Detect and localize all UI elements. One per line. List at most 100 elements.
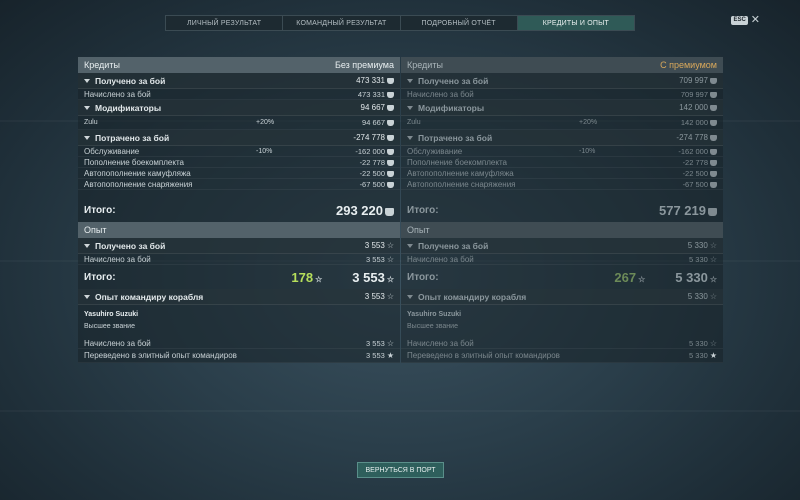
xp-header: Опыт	[401, 222, 723, 238]
credits-icon	[387, 181, 394, 188]
free-xp-value: 267	[614, 269, 637, 285]
credits-total-row: Итого: 577 219	[401, 198, 723, 222]
close-button[interactable]: ESC ✕	[731, 14, 760, 26]
credits-icon	[387, 170, 394, 177]
panel-without-premium: Кредиты Без премиума Получено за бой 473…	[78, 57, 400, 363]
equipment-row: Автопополнение снаряжения -67 500	[78, 179, 400, 190]
commander-xp-group[interactable]: Опыт командиру корабля 5 330 ☆	[401, 289, 723, 305]
commander-xp-group[interactable]: Опыт командиру корабля 3 553 ☆	[78, 289, 400, 305]
commander-info: Yasuhiro Suzuki Высшее звание	[401, 305, 723, 338]
expand-triangle-icon	[407, 105, 413, 110]
expand-triangle-icon	[84, 105, 90, 110]
ammo-row: Пополнение боекомплекта -22 778	[78, 157, 400, 168]
credits-icon	[710, 120, 717, 126]
xp-total-row: Итого: 178 ☆ 3 553 ☆	[84, 269, 394, 285]
xp-accrued-row: Начислено за бой 5 330 ☆	[401, 254, 723, 265]
xp-star-icon: ☆	[709, 274, 717, 284]
tab-bar: ЛИЧНЫЙ РЕЗУЛЬТАТ КОМАНДНЫЙ РЕЗУЛЬТАТ ПОД…	[165, 15, 635, 31]
credits-header: Кредиты Без премиума	[78, 57, 400, 73]
credits-received-group[interactable]: Получено за бой 709 997	[401, 73, 723, 89]
expand-triangle-icon	[84, 135, 90, 140]
commander-accrued-row: Начислено за бой 3 553 ☆	[78, 338, 400, 349]
credits-icon	[710, 91, 717, 98]
xp-header: Опыт	[78, 222, 400, 238]
esc-key-icon: ESC	[731, 16, 748, 25]
service-row: Обслуживание -10% -162 000	[401, 146, 723, 157]
credits-icon	[387, 78, 394, 84]
expand-triangle-icon	[84, 78, 90, 83]
credits-icon	[710, 181, 717, 188]
xp-title: Опыт	[407, 225, 430, 235]
elite-commander-xp-icon: ★	[386, 351, 394, 360]
zulu-row: Zulu +20% 142 000	[401, 116, 723, 130]
commander-name: Yasuhiro Suzuki	[84, 311, 139, 318]
modifiers-group[interactable]: Модификаторы 94 667	[78, 100, 400, 116]
tab-credits-and-xp[interactable]: КРЕДИТЫ И ОПЫТ	[517, 16, 634, 30]
premium-status-label: С премиумом	[660, 60, 717, 70]
credits-icon	[710, 105, 717, 111]
credits-icon	[708, 207, 717, 216]
panel-with-premium: Кредиты С премиумом Получено за бой 709 …	[401, 57, 723, 363]
return-to-port-button[interactable]: ВЕРНУТЬСЯ В ПОРТ	[357, 462, 444, 478]
credits-header: Кредиты С премиумом	[401, 57, 723, 73]
xp-star-icon: ☆	[386, 254, 394, 264]
xp-total-row: Итого: 267 ☆ 5 330 ☆	[407, 269, 717, 285]
xp-star-icon: ☆	[386, 338, 394, 348]
credits-icon	[710, 170, 717, 177]
expand-triangle-icon	[407, 294, 413, 299]
expand-triangle-icon	[407, 135, 413, 140]
credits-icon	[710, 78, 717, 84]
credits-icon	[387, 105, 394, 111]
xp-star-icon: ☆	[386, 241, 394, 250]
credits-icon	[710, 135, 717, 141]
commander-info: Yasuhiro Suzuki Высшее звание	[78, 305, 400, 338]
expand-triangle-icon	[407, 243, 413, 248]
commander-elite-row: Переведено в элитный опыт командиров 3 5…	[78, 349, 400, 363]
commander-elite-row: Переведено в элитный опыт командиров 5 3…	[401, 349, 723, 363]
credits-icon	[385, 207, 394, 216]
xp-star-icon: ☆	[709, 292, 717, 301]
free-xp-star-icon: ☆	[315, 274, 323, 284]
modifiers-group[interactable]: Модификаторы 142 000	[401, 100, 723, 116]
commander-rank: Высшее звание	[407, 323, 458, 330]
expand-triangle-icon	[407, 78, 413, 83]
credits-icon	[710, 159, 717, 166]
close-icon: ✕	[750, 14, 760, 26]
credits-spent-group[interactable]: Потрачено за бой -274 778	[401, 130, 723, 146]
credits-icon	[387, 148, 394, 155]
credits-icon	[387, 159, 394, 166]
xp-star-icon: ☆	[386, 274, 394, 284]
commander-accrued-row: Начислено за бой 5 330 ☆	[401, 338, 723, 349]
credits-title: Кредиты	[407, 60, 443, 70]
commander-name: Yasuhiro Suzuki	[407, 311, 462, 318]
tab-team-result[interactable]: КОМАНДНЫЙ РЕЗУЛЬТАТ	[283, 16, 401, 30]
credits-accrued-row: Начислено за бой 473 331	[78, 89, 400, 100]
xp-title: Опыт	[84, 225, 107, 235]
zulu-row: Zulu +20% 94 667	[78, 116, 400, 130]
premium-status-label: Без премиума	[334, 60, 394, 70]
elite-commander-xp-icon: ★	[709, 351, 717, 360]
credits-received-group[interactable]: Получено за бой 473 331	[78, 73, 400, 89]
xp-accrued-row: Начислено за бой 3 553 ☆	[78, 254, 400, 265]
tab-detailed-report[interactable]: ПОДРОБНЫЙ ОТЧЁТ	[401, 16, 518, 30]
credits-total-row: Итого: 293 220	[78, 198, 400, 222]
free-xp-star-icon: ☆	[638, 274, 646, 284]
credits-icon	[387, 135, 394, 141]
credits-accrued-row: Начислено за бой 709 997	[401, 89, 723, 100]
service-row: Обслуживание -10% -162 000	[78, 146, 400, 157]
camo-row: Автопополнение камуфляжа -22 500	[78, 168, 400, 179]
credits-title: Кредиты	[84, 60, 120, 70]
credits-spent-group[interactable]: Потрачено за бой -274 778	[78, 130, 400, 146]
expand-triangle-icon	[84, 243, 90, 248]
xp-star-icon: ☆	[386, 292, 394, 301]
equipment-row: Автопополнение снаряжения -67 500	[401, 179, 723, 190]
credits-icon	[387, 91, 394, 98]
xp-received-group[interactable]: Получено за бой 5 330 ☆	[401, 238, 723, 254]
xp-star-icon: ☆	[709, 241, 717, 250]
tab-personal-result[interactable]: ЛИЧНЫЙ РЕЗУЛЬТАТ	[166, 16, 284, 30]
xp-received-group[interactable]: Получено за бой 3 553 ☆	[78, 238, 400, 254]
credits-icon	[387, 120, 394, 126]
credits-icon	[710, 148, 717, 155]
expand-triangle-icon	[84, 294, 90, 299]
xp-star-icon: ☆	[709, 254, 717, 264]
